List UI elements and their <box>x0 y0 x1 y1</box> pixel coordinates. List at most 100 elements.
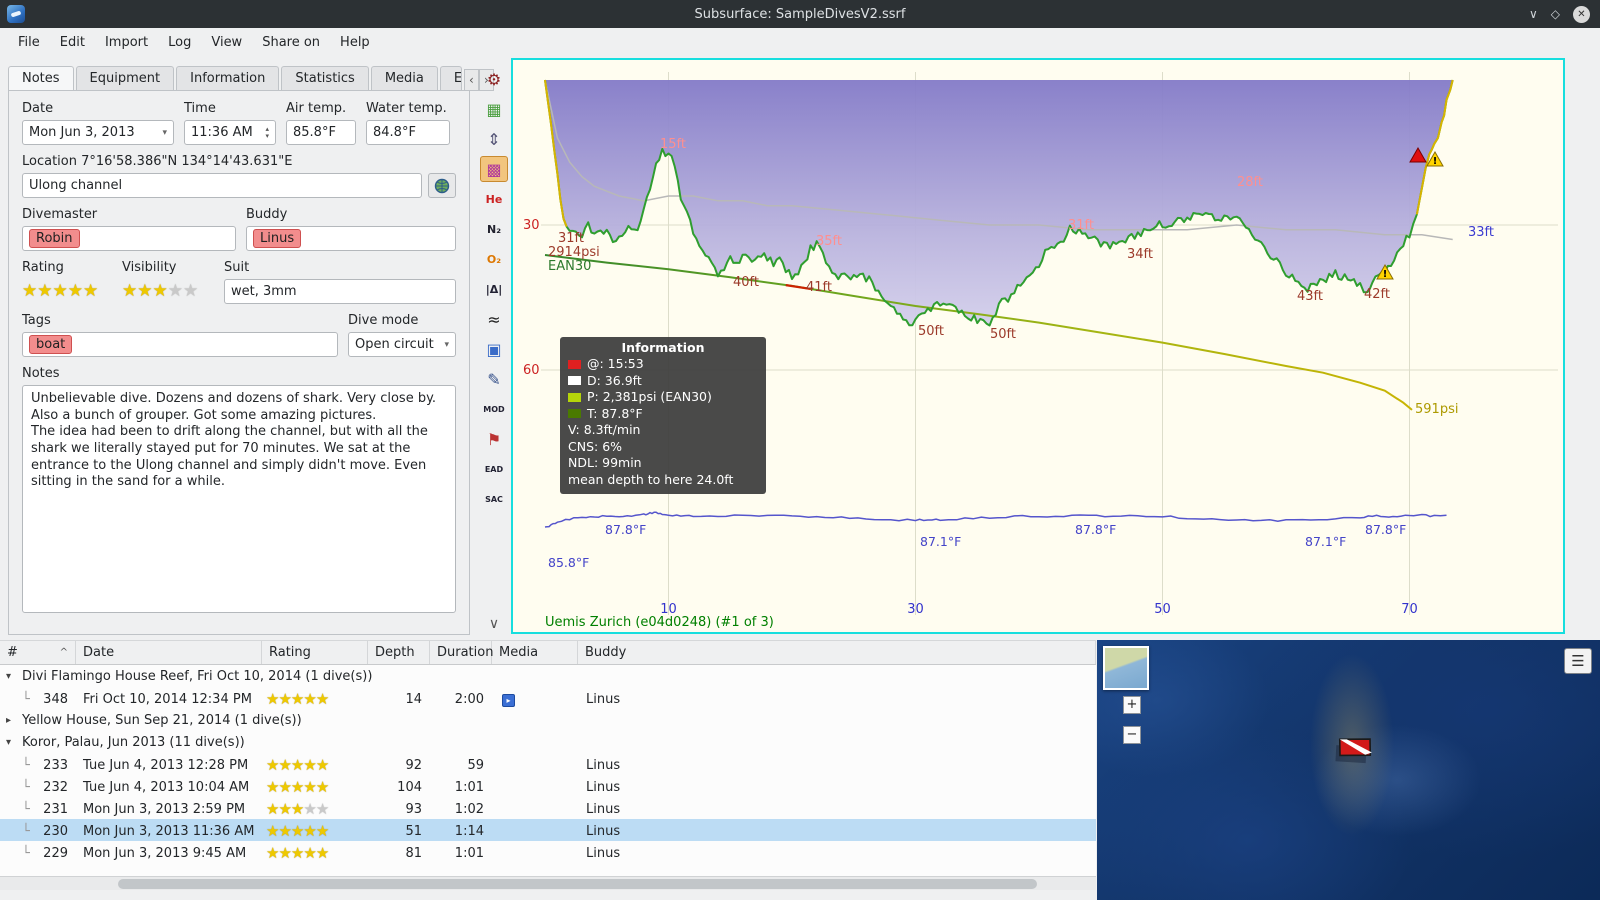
star-filled-icon[interactable]: ★ <box>291 756 304 774</box>
tissue-heatmap-icon[interactable]: ▦ <box>480 96 508 122</box>
column-header-date[interactable]: Date <box>76 641 262 664</box>
column-header-num[interactable]: # ^ <box>0 641 76 664</box>
profile-grid-icon[interactable]: ▩ <box>480 156 508 182</box>
column-header-media[interactable]: Media <box>492 641 578 664</box>
nitrogen-graph-icon[interactable]: N₂ <box>480 216 508 242</box>
star-filled-icon[interactable]: ★ <box>291 822 304 840</box>
star-filled-icon[interactable]: ★ <box>303 822 316 840</box>
menu-help[interactable]: Help <box>330 31 380 54</box>
dive-mode-combobox[interactable]: Open circuit ▾ <box>348 332 456 357</box>
expand-arrow-icon[interactable]: ▸ <box>6 715 16 726</box>
map-zoom-in-button[interactable]: + <box>1123 696 1141 714</box>
date-combobox[interactable]: Mon Jun 3, 2013 ▾ <box>22 120 174 145</box>
star-filled-icon[interactable]: ★ <box>278 822 291 840</box>
column-header-depth[interactable]: Depth <box>368 641 430 664</box>
divemaster-input[interactable]: Robin <box>22 226 236 251</box>
trip-row[interactable]: ▾ Koror, Palau, Jun 2013 (11 dive(s)) <box>0 731 1096 753</box>
star-filled-icon[interactable]: ★ <box>266 778 279 796</box>
star-filled-icon[interactable]: ★ <box>266 844 279 862</box>
star-filled-icon[interactable]: ★ <box>278 690 291 708</box>
location-input[interactable]: Ulong channel <box>22 173 422 198</box>
helium-graph-icon[interactable]: He <box>480 186 508 212</box>
dive-row-233[interactable]: └ 233 Tue Jun 4, 2013 12:28 PM ★★★★★ 92 59 Lin… <box>0 753 1096 775</box>
dive-row-232[interactable]: └ 232 Tue Jun 4, 2013 10:04 AM ★★★★★ 104 1:01… <box>0 775 1096 797</box>
deco-time-icon[interactable]: ⚑ <box>480 426 508 452</box>
star-filled-icon[interactable]: ★ <box>278 778 291 796</box>
star-filled-icon[interactable]: ★ <box>266 800 279 818</box>
dive-flag-marker[interactable] <box>1335 730 1379 772</box>
scale-toggle-icon[interactable]: ⇕ <box>480 126 508 152</box>
dive-row-348[interactable]: └ 348 Fri Oct 10, 2014 12:34 PM ★★★★★ 14 2:00… <box>0 687 1096 709</box>
star-filled-icon[interactable]: ★ <box>303 690 316 708</box>
buddy-tag[interactable]: Linus <box>253 229 302 248</box>
star-filled-icon[interactable]: ★ <box>266 690 279 708</box>
tag-boat[interactable]: boat <box>29 335 73 354</box>
star-filled-icon[interactable]: ★ <box>303 756 316 774</box>
heart-rate-icon[interactable]: ≈ <box>480 306 508 332</box>
menu-log[interactable]: Log <box>158 31 201 54</box>
media-photo-icon[interactable]: ▸ <box>502 693 515 707</box>
star-filled-icon[interactable]: ★ <box>278 756 291 774</box>
star-filled-icon[interactable]: ★ <box>303 844 316 862</box>
star-filled-icon[interactable]: ★ <box>291 844 304 862</box>
toolbar-collapse-icon[interactable]: ∨ <box>489 616 499 632</box>
time-spinbox[interactable]: 11:36 AM ▴ ▾ <box>184 120 276 145</box>
dive-site-map[interactable]: + − ☰ <box>1097 640 1600 900</box>
map-overview-thumbnail[interactable] <box>1103 646 1149 690</box>
column-header-duration[interactable]: Duration <box>430 641 493 664</box>
menu-share-on[interactable]: Share on <box>252 31 330 54</box>
tab-equipment[interactable]: Equipment <box>75 66 175 91</box>
star-filled-icon[interactable]: ★ <box>122 281 137 301</box>
mod-toggle-icon[interactable]: MOD <box>480 396 508 422</box>
spinner-arrows-icon[interactable]: ▴ ▾ <box>265 125 269 140</box>
dive-row-231[interactable]: └ 231 Mon Jun 3, 2013 2:59 PM ★★★★★ 93 1:02 Li… <box>0 797 1096 819</box>
water-temp-field[interactable]: 84.8°F <box>366 120 450 145</box>
tab-statistics[interactable]: Statistics <box>281 66 369 91</box>
minimize-button[interactable]: ∨ <box>1529 7 1538 21</box>
star-filled-icon[interactable]: ★ <box>266 756 279 774</box>
notes-textarea[interactable]: Unbelievable dive. Dozens and dozens of … <box>22 385 456 613</box>
collapse-arrow-icon[interactable]: ▾ <box>6 737 16 748</box>
buddy-input[interactable]: Linus <box>246 226 456 251</box>
tab-e[interactable]: E <box>439 66 462 91</box>
star-filled-icon[interactable]: ★ <box>266 822 279 840</box>
rating-stars[interactable]: ★★★★★ <box>22 279 112 303</box>
star-filled-icon[interactable]: ★ <box>303 778 316 796</box>
ruler-icon[interactable]: ✎ <box>480 366 508 392</box>
star-filled-icon[interactable]: ★ <box>316 822 329 840</box>
photos-toggle-icon[interactable]: ▣ <box>480 336 508 362</box>
column-header-buddy[interactable]: Buddy <box>578 641 1096 664</box>
divemaster-tag[interactable]: Robin <box>29 229 80 248</box>
star-empty-icon[interactable]: ★ <box>168 281 183 301</box>
tab-media[interactable]: Media <box>370 66 438 91</box>
star-empty-icon[interactable]: ★ <box>316 800 329 818</box>
sac-toggle-icon[interactable]: SAC <box>480 486 508 512</box>
star-filled-icon[interactable]: ★ <box>137 281 152 301</box>
star-filled-icon[interactable]: ★ <box>291 690 304 708</box>
ead-toggle-icon[interactable]: EAD <box>480 456 508 482</box>
star-filled-icon[interactable]: ★ <box>68 281 83 301</box>
dive-row-230[interactable]: └ 230 Mon Jun 3, 2013 11:36 AM ★★★★★ 51 1:14 L… <box>0 819 1096 841</box>
star-filled-icon[interactable]: ★ <box>22 281 37 301</box>
dive-profile-chart[interactable]: 31ft 2914psi EAN30 15ft 40ft 41ft 35ft 50ft 50ft… <box>511 58 1565 634</box>
map-menu-button[interactable]: ☰ <box>1564 648 1592 674</box>
star-empty-icon[interactable]: ★ <box>183 281 198 301</box>
star-filled-icon[interactable]: ★ <box>316 844 329 862</box>
tab-notes[interactable]: Notes <box>8 66 74 91</box>
dive-row-229[interactable]: └ 229 Mon Jun 3, 2013 9:45 AM ★★★★★ 81 1:01 Li… <box>0 841 1096 863</box>
column-header-rating[interactable]: Rating <box>262 641 368 664</box>
star-filled-icon[interactable]: ★ <box>83 281 98 301</box>
suit-input[interactable]: wet, 3mm <box>224 279 456 304</box>
menu-edit[interactable]: Edit <box>50 31 95 54</box>
air-temp-field[interactable]: 85.8°F <box>286 120 356 145</box>
tab-information[interactable]: Information <box>176 66 280 91</box>
map-zoom-out-button[interactable]: − <box>1123 726 1141 744</box>
menu-import[interactable]: Import <box>95 31 158 54</box>
maximize-button[interactable]: ◇ <box>1551 7 1560 21</box>
trip-row[interactable]: ▸ Yellow House, Sun Sep 21, 2014 (1 dive(… <box>0 709 1096 731</box>
star-filled-icon[interactable]: ★ <box>316 778 329 796</box>
visibility-stars[interactable]: ★★★★★ <box>122 279 214 303</box>
oxygen-graph-icon[interactable]: O₂ <box>480 246 508 272</box>
star-filled-icon[interactable]: ★ <box>291 778 304 796</box>
trip-row[interactable]: ▾ Divi Flamingo House Reef, Fri Oct 10, 2… <box>0 665 1096 687</box>
